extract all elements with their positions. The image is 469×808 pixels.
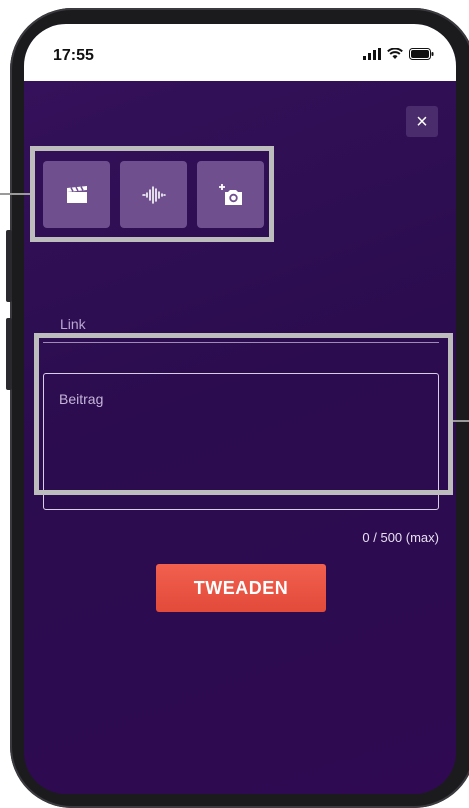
close-icon: ×: [416, 110, 428, 133]
phone-side-button: [6, 230, 12, 302]
link-placeholder: Link: [60, 316, 86, 332]
battery-icon: [409, 48, 434, 60]
close-button[interactable]: ×: [406, 106, 438, 137]
post-textarea-callout-line: [453, 420, 469, 422]
submit-button[interactable]: TWEADEN: [156, 564, 326, 612]
signal-icon: [363, 48, 381, 60]
character-counter: 0 / 500 (max): [362, 530, 439, 545]
submit-label: TWEADEN: [193, 577, 289, 598]
wifi-icon: [387, 48, 403, 59]
phone-side-button: [6, 318, 12, 390]
status-time: 17:55: [53, 47, 94, 64]
status-icons: [363, 48, 434, 60]
status-bar: 17:55: [24, 24, 456, 81]
media-buttons-highlight: [30, 146, 274, 242]
post-textarea-highlight: [34, 333, 453, 495]
media-buttons-callout-line: [0, 193, 30, 195]
